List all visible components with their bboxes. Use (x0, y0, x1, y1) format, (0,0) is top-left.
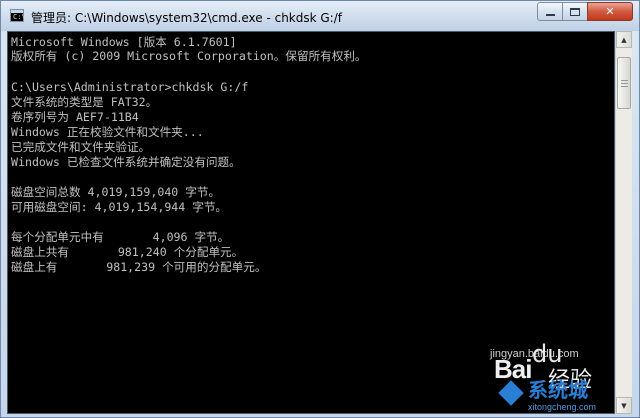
console-line: 磁盘空间总数 4,019,159,040 字节。 (11, 185, 221, 199)
scroll-down-button[interactable]: ▼ (616, 397, 632, 414)
close-button[interactable]: ✕ (587, 2, 633, 21)
close-icon: ✕ (605, 5, 615, 18)
grip-line (621, 80, 628, 81)
console-line: 文件系统的类型是 FAT32。 (11, 95, 158, 109)
cmd-icon-glyph: C:\ (13, 13, 26, 21)
console-line: 磁盘上共有 981,240 个分配单元。 (11, 245, 244, 259)
cmd-icon[interactable]: C:\ (10, 9, 26, 22)
window-title: 管理员: C:\Windows\system32\cmd.exe - chkds… (31, 11, 342, 25)
maximize-icon (570, 7, 580, 16)
minimize-icon (545, 14, 555, 16)
console-line: Windows 正在校验文件和文件夹... (11, 125, 204, 139)
console-line: C:\Users\Administrator>chkdsk G:/f (11, 80, 249, 94)
arrow-up-icon: ▲ (621, 35, 627, 44)
console-line: 版权所有 (c) 2009 Microsoft Corporation。保留所有… (11, 49, 367, 63)
console-line: 每个分配单元中有 4,096 字节。 (11, 230, 230, 244)
title-bar[interactable]: C:\ 管理员: C:\Windows\system32\cmd.exe - c… (1, 1, 639, 31)
console-line: Windows 已检查文件系统并确定没有问题。 (11, 155, 241, 169)
console-line: 已完成文件和文件夹验证。 (11, 140, 151, 154)
arrow-down-icon: ▼ (621, 401, 627, 410)
scroll-thumb[interactable] (617, 57, 631, 109)
console-output[interactable]: Microsoft Windows [版本 6.1.7601] 版权所有 (c)… (7, 31, 615, 414)
scroll-up-button[interactable]: ▲ (616, 31, 632, 48)
console-line: Microsoft Windows [版本 6.1.7601] (11, 35, 237, 49)
console-line: 磁盘上有 981,239 个可用的分配单元。 (11, 260, 267, 274)
grip-line (621, 83, 628, 84)
vertical-scrollbar[interactable]: ▲ ▼ (615, 31, 632, 414)
console-line: 卷序列号为 AEF7-11B4 (11, 110, 139, 124)
console-line: 可用磁盘空间: 4,019,154,944 字节。 (11, 200, 228, 214)
cmd-window: C:\ 管理员: C:\Windows\system32\cmd.exe - c… (0, 0, 640, 418)
minimize-button[interactable] (537, 2, 563, 21)
maximize-button[interactable] (562, 2, 588, 21)
grip-line (621, 86, 628, 87)
